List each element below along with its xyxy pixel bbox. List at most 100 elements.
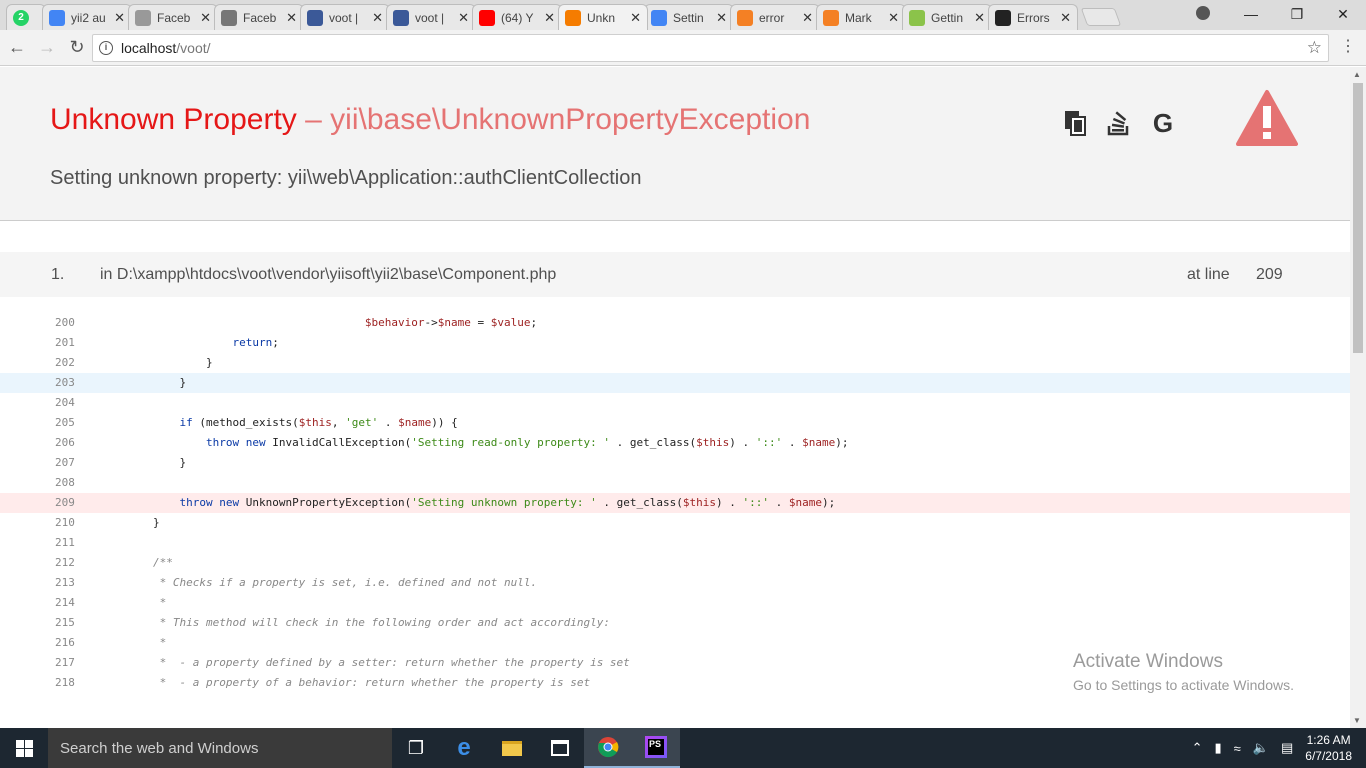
tab-title: Faceb — [243, 10, 277, 25]
close-tab-icon[interactable]: ✕ — [888, 10, 899, 26]
address-bar[interactable]: i localhost/voot/ ☆ — [92, 34, 1329, 62]
store-icon[interactable] — [536, 728, 584, 768]
browser-tab[interactable]: Errors ✕ — [988, 4, 1078, 30]
yii-error-icon — [565, 9, 581, 26]
phpstorm-icon[interactable]: PS — [632, 728, 680, 768]
close-tab-icon[interactable]: ✕ — [200, 10, 211, 26]
close-tab-icon[interactable]: ✕ — [458, 10, 469, 26]
taskbar-search[interactable]: Search the web and Windows — [48, 728, 392, 768]
tab-title: Errors — [1017, 10, 1050, 25]
close-tab-icon[interactable]: ✕ — [974, 10, 985, 26]
tab-title: voot | — [329, 10, 359, 25]
file-path: D:\xampp\htdocs\voot\vendor\yiisoft\yii2… — [116, 266, 557, 283]
stackoverflow-icon — [823, 9, 839, 26]
close-tab-icon[interactable]: ✕ — [1060, 10, 1071, 26]
volume-icon[interactable]: 🔈 — [1253, 740, 1269, 756]
tray-chevron-icon[interactable]: ⌃ — [1192, 740, 1203, 756]
battery-icon[interactable]: ▮ — [1215, 740, 1222, 756]
browser-tab[interactable]: Mark ✕ — [816, 4, 906, 30]
browser-tab[interactable]: Settin ✕ — [644, 4, 734, 30]
tab-title: (64) Y — [501, 10, 534, 25]
code-line-number: 204 — [55, 396, 75, 409]
browser-tab[interactable]: yii2 au ✕ — [42, 4, 132, 30]
window-controls: — ❐ ✕ — [1228, 0, 1366, 28]
code-line: 202 } — [0, 353, 1350, 373]
code-line-source: * - a property defined by a setter: retu… — [100, 656, 630, 669]
browser-tab[interactable]: (64) Y ✕ — [472, 4, 562, 30]
copy-stacktrace-icon[interactable] — [1062, 109, 1088, 137]
system-tray: ⌃ ▮ ≈ 🔈 ▤ 1:26 AM 6/7/2018 — [1192, 728, 1352, 768]
code-snippet: 200 $behavior->$name = $value; 201 return… — [0, 313, 1350, 693]
clock[interactable]: 1:26 AM 6/7/2018 — [1305, 732, 1352, 764]
code-line: 201 return; — [0, 333, 1350, 353]
notifications-icon[interactable]: ▤ — [1281, 740, 1293, 756]
info-icon[interactable]: i — [99, 41, 113, 55]
code-line-number: 209 — [55, 496, 75, 509]
close-tab-icon[interactable]: ✕ — [802, 10, 813, 26]
browser-tab[interactable]: 2 — [6, 4, 46, 30]
new-tab-button[interactable] — [1080, 8, 1122, 26]
call-stack-item[interactable]: 1. in D:\xampp\htdocs\voot\vendor\yiisof… — [0, 252, 1350, 297]
watermark-subtitle: Go to Settings to activate Windows. — [1073, 677, 1294, 693]
code-line-number: 213 — [55, 576, 75, 589]
minimize-icon[interactable]: — — [1228, 6, 1274, 22]
start-button[interactable] — [0, 728, 48, 768]
tab-title: Gettin — [931, 10, 964, 25]
wifi-icon[interactable]: ≈ — [1234, 741, 1241, 756]
code-line-source: if (method_exists($this, 'get' . $name))… — [179, 416, 458, 429]
watermark-title: Activate Windows — [1073, 651, 1223, 672]
code-line: 203 } — [0, 373, 1350, 393]
code-line: 209 throw new UnknownPropertyException('… — [0, 493, 1350, 513]
activate-windows-watermark: Activate Windows Go to Settings to activ… — [1073, 651, 1294, 693]
reload-icon[interactable]: ↻ — [64, 37, 90, 58]
chrome-icon[interactable] — [584, 728, 632, 768]
code-line: 215 * This method will check in the foll… — [0, 613, 1350, 633]
close-tab-icon[interactable]: ✕ — [630, 10, 641, 26]
close-window-icon[interactable]: ✕ — [1320, 6, 1366, 23]
browser-tab[interactable]: Faceb ✕ — [214, 4, 304, 30]
browser-tab[interactable]: voot | ✕ — [300, 4, 390, 30]
browser-tab[interactable]: Gettin ✕ — [902, 4, 992, 30]
scroll-down-icon[interactable]: ▼ — [1353, 716, 1361, 725]
facebook-icon — [307, 9, 323, 26]
scroll-up-icon[interactable]: ▲ — [1353, 70, 1361, 79]
browser-tab[interactable]: error ✕ — [730, 4, 820, 30]
scrollbar-thumb[interactable] — [1353, 83, 1363, 353]
page-scrollbar[interactable]: ▲ ▼ — [1350, 67, 1366, 728]
browser-tab[interactable]: voot | ✕ — [386, 4, 476, 30]
close-tab-icon[interactable]: ✕ — [372, 10, 383, 26]
task-view-icon[interactable]: ❐ — [392, 728, 440, 768]
file-prefix: in — [100, 266, 117, 283]
code-line: 216 * — [0, 633, 1350, 653]
page-title: Unknown Property – yii\base\UnknownPrope… — [50, 103, 810, 137]
google-search-icon[interactable]: G — [1150, 108, 1176, 138]
code-line-source: * This method will check in the followin… — [100, 616, 610, 629]
edge-icon[interactable]: e — [440, 728, 488, 768]
clock-time: 1:26 AM — [1306, 733, 1351, 747]
close-tab-icon[interactable]: ✕ — [286, 10, 297, 26]
code-line-number: 215 — [55, 616, 75, 629]
browser-tab[interactable]: Faceb ✕ — [128, 4, 218, 30]
close-tab-icon[interactable]: ✕ — [544, 10, 555, 26]
windows-taskbar: Search the web and Windows ❐ e PS ⌃ ▮ ≈ … — [0, 728, 1366, 768]
close-tab-icon[interactable]: ✕ — [716, 10, 727, 26]
code-line-number: 218 — [55, 676, 75, 689]
page-icon — [135, 9, 151, 26]
tab-title: voot | — [415, 10, 445, 25]
profile-icon[interactable] — [1196, 6, 1210, 20]
maximize-icon[interactable]: ❐ — [1274, 6, 1320, 23]
title-dash: – — [296, 103, 331, 136]
stackoverflow-icon[interactable] — [1106, 109, 1132, 137]
close-tab-icon[interactable]: ✕ — [114, 10, 125, 26]
bookmark-star-icon[interactable]: ☆ — [1307, 38, 1322, 58]
browser-tab[interactable]: Unkn ✕ — [558, 4, 648, 30]
tab-title: Settin — [673, 10, 704, 25]
code-line: 208 — [0, 473, 1350, 493]
forward-icon[interactable]: → — [34, 37, 60, 58]
code-line-source: throw new UnknownPropertyException('Sett… — [179, 496, 836, 509]
file-explorer-icon[interactable] — [488, 728, 536, 768]
back-icon[interactable]: ← — [4, 37, 30, 58]
code-line-number: 216 — [55, 636, 75, 649]
code-line: 210 } — [0, 513, 1350, 533]
browser-menu-icon[interactable]: ⋮ — [1340, 36, 1356, 56]
